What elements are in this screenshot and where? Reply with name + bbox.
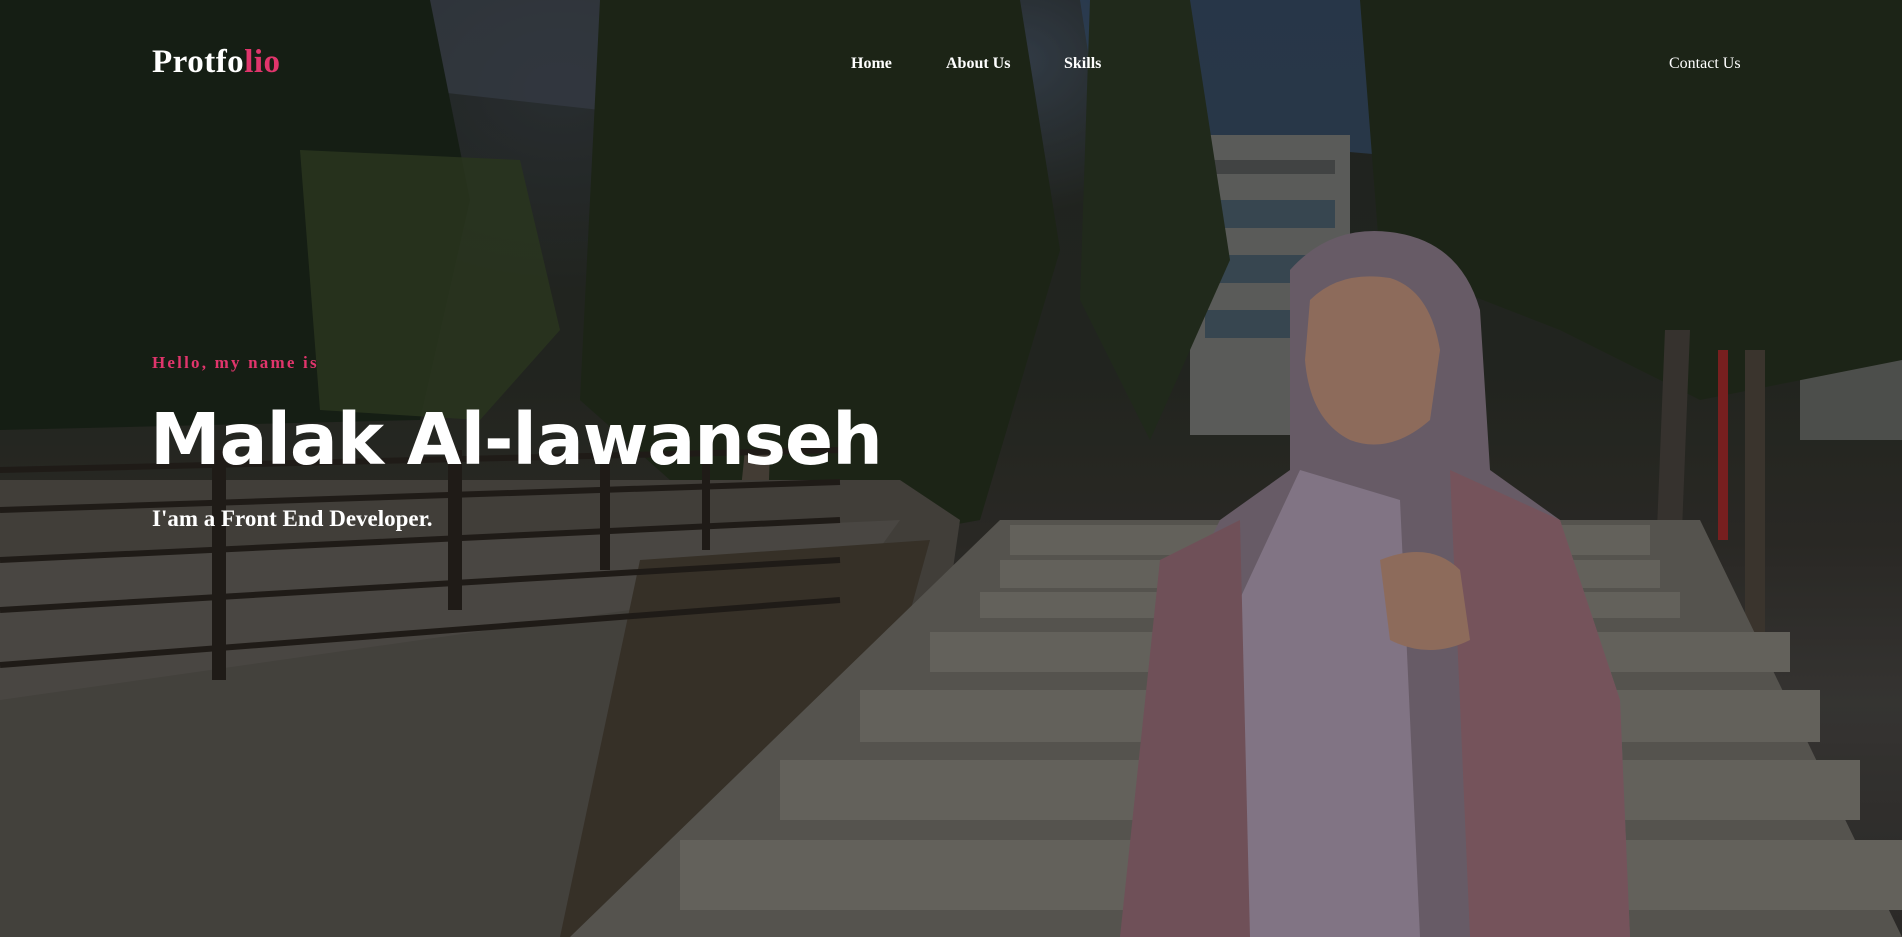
hero-role: I'am a Front End Developer. <box>152 506 433 531</box>
nav-link-home[interactable]: Home <box>851 54 892 74</box>
nav-link-contact-us[interactable]: Contact Us <box>1669 54 1741 74</box>
logo-text-accent: lio <box>244 44 281 80</box>
nav-link-skills[interactable]: Skills <box>1064 54 1101 74</box>
hero-name: Malak Al-lawanseh <box>150 398 883 481</box>
hero-greeting: Hello, my name is <box>152 353 319 372</box>
nav-link-about-us[interactable]: About Us <box>946 54 1010 74</box>
site-logo[interactable]: Protfolio <box>152 42 281 82</box>
hero-section: Protfolio Home About Us Skills Contact U… <box>0 0 1902 937</box>
logo-text-primary: Protfo <box>152 44 245 80</box>
